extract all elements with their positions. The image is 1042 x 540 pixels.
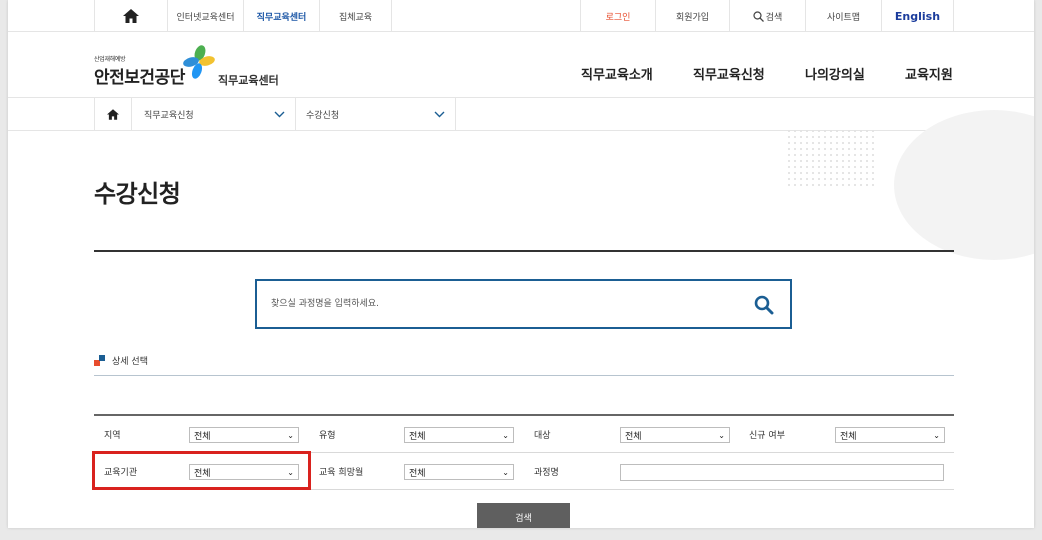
type-select-value: 전체: [409, 431, 426, 442]
logo[interactable]: 산업재해예방 안전보건공단 직무교육센터: [94, 44, 294, 88]
course-search-box: [255, 279, 792, 329]
breadcrumb-depth2-label: 수강신청: [306, 110, 340, 121]
chevron-down-icon: ⌄: [502, 467, 509, 477]
link-internet-edu[interactable]: 인터넷교육센터: [168, 0, 244, 32]
filter-row: 지역 전체 ⌄ 유형 전체 ⌄ 대상 전체 ⌄ 신규 여부 전체 ⌄: [94, 416, 954, 453]
filter-label-type: 유형: [319, 430, 336, 441]
nav-my-classroom[interactable]: 나의강의실: [805, 64, 865, 83]
new-status-select[interactable]: 전체 ⌄: [835, 427, 945, 443]
filter-label-new: 신규 여부: [749, 430, 785, 441]
utility-bar: 인터넷교육센터 직무교육센터 집체교육 로그인 회원가입 검색 사이트맵 Eng…: [8, 0, 1034, 32]
logo-small-text: 산업재해예방: [94, 56, 126, 63]
chevron-down-icon: ⌄: [933, 430, 940, 440]
search-button[interactable]: 검색: [477, 503, 570, 528]
title-divider: [94, 250, 954, 252]
breadcrumb-depth1[interactable]: 직무교육신청: [132, 98, 296, 130]
english-link[interactable]: English: [882, 0, 954, 32]
filter-label-target: 대상: [534, 430, 551, 441]
nav-apply[interactable]: 직무교육신청: [693, 64, 765, 83]
home-icon: [123, 9, 139, 23]
breadcrumb: 직무교육신청 수강신청: [8, 98, 1034, 131]
filter-label-institution: 교육기관: [104, 467, 138, 478]
nav-intro[interactable]: 직무교육소개: [581, 64, 653, 83]
login-link[interactable]: 로그인: [580, 0, 656, 32]
home-button[interactable]: [94, 0, 168, 32]
link-group-edu[interactable]: 집체교육: [320, 0, 392, 32]
header: 산업재해예방 안전보건공단 직무교육센터 직무교육소개 직무교육신청 나의강의실…: [8, 32, 1034, 98]
target-select-value: 전체: [625, 431, 642, 442]
decorative-circle: [894, 110, 1034, 260]
filter-label-month: 교육 희망월: [319, 467, 364, 478]
link-job-edu[interactable]: 직무교육센터: [244, 0, 320, 32]
filter-label-region: 지역: [104, 430, 121, 441]
course-name-input[interactable]: [620, 464, 944, 481]
breadcrumb-depth1-label: 직무교육신청: [144, 110, 194, 121]
nav-support[interactable]: 교육지원: [905, 64, 953, 83]
filter-table: 지역 전체 ⌄ 유형 전체 ⌄ 대상 전체 ⌄ 신규 여부 전체 ⌄ 교육기관: [94, 414, 954, 490]
course-search-input[interactable]: [271, 293, 731, 315]
filter-row: 교육기관 전체 ⌄ 교육 희망월 전체 ⌄ 과정명: [94, 453, 954, 490]
filter-label-course-name: 과정명: [534, 467, 559, 478]
type-select[interactable]: 전체 ⌄: [404, 427, 514, 443]
search-icon: [754, 295, 774, 315]
page-frame: 인터넷교육센터 직무교육센터 집체교육 로그인 회원가입 검색 사이트맵 Eng…: [8, 0, 1034, 528]
month-select[interactable]: 전체 ⌄: [404, 464, 514, 480]
search-link[interactable]: 검색: [730, 0, 806, 32]
detail-section-heading: 상세 선택: [94, 354, 148, 367]
search-icon: [753, 10, 764, 22]
breadcrumb-home[interactable]: [94, 98, 132, 130]
chevron-down-icon: ⌄: [502, 430, 509, 440]
logo-name: 안전보건공단: [94, 68, 185, 88]
breadcrumb-depth2[interactable]: 수강신청: [296, 98, 456, 130]
section-bullet-icon: [94, 354, 106, 367]
month-select-value: 전체: [409, 468, 426, 479]
detail-section-label: 상세 선택: [112, 357, 148, 367]
chevron-down-icon: ⌄: [718, 430, 725, 440]
new-status-select-value: 전체: [840, 431, 857, 442]
sitemap-link[interactable]: 사이트맵: [806, 0, 882, 32]
logo-sub: 직무교육센터: [218, 74, 279, 87]
chevron-down-icon: [274, 111, 285, 117]
chevron-down-icon: [434, 111, 445, 117]
chevron-down-icon: ⌄: [287, 467, 294, 477]
page-title: 수강신청: [94, 180, 181, 208]
home-icon: [107, 108, 119, 120]
search-link-label: 검색: [765, 12, 783, 23]
institution-select-value: 전체: [194, 468, 211, 479]
course-search-button[interactable]: [752, 293, 776, 317]
target-select[interactable]: 전체 ⌄: [620, 427, 730, 443]
detail-divider: [94, 375, 954, 376]
institution-select[interactable]: 전체 ⌄: [189, 464, 299, 480]
region-select-value: 전체: [194, 431, 211, 442]
join-link[interactable]: 회원가입: [656, 0, 730, 32]
chevron-down-icon: ⌄: [287, 430, 294, 440]
logo-cross-icon: [183, 45, 215, 79]
decorative-dots: [786, 128, 876, 188]
region-select[interactable]: 전체 ⌄: [189, 427, 299, 443]
